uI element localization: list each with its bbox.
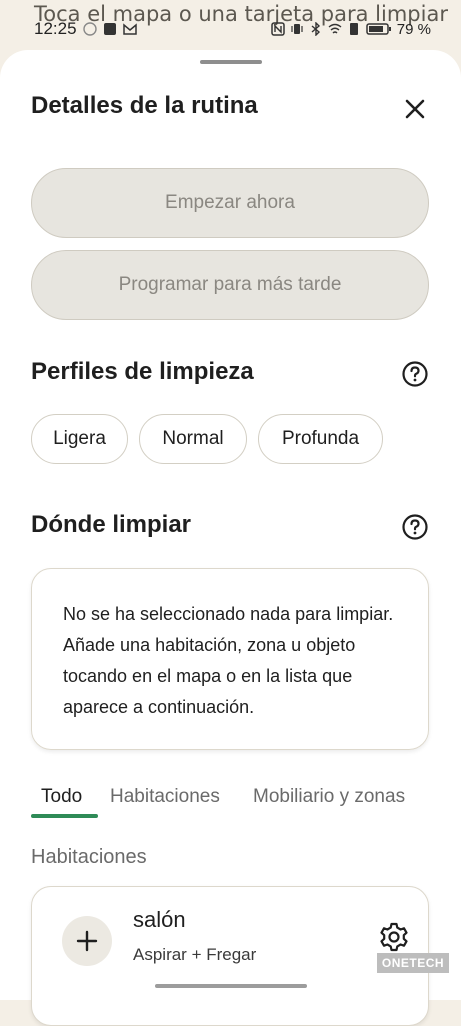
profile-chip-light[interactable]: Ligera bbox=[31, 414, 128, 464]
battery-icon bbox=[366, 23, 391, 35]
help-where-icon[interactable] bbox=[401, 513, 429, 541]
watermark-logo: ONETECH bbox=[377, 953, 449, 973]
tab-all[interactable]: Todo bbox=[41, 786, 82, 808]
room-cleaning-mode: Aspirar + Fregar bbox=[133, 945, 257, 964]
vibrate-icon bbox=[291, 24, 303, 34]
plus-icon bbox=[76, 930, 98, 952]
empty-selection-card: No se ha seleccionado nada para limpiar.… bbox=[31, 568, 429, 750]
start-now-button[interactable]: Empezar ahora bbox=[31, 168, 429, 238]
status-time: 12:25 bbox=[34, 19, 77, 38]
routine-details-sheet: Detalles de la rutina Empezar ahora Prog… bbox=[0, 50, 461, 1026]
room-card[interactable]: salón Aspirar + Fregar bbox=[31, 886, 429, 1026]
status-bar: 12:25 79 % bbox=[0, 14, 461, 44]
nfc-icon bbox=[271, 22, 285, 36]
notification-icon bbox=[82, 22, 97, 36]
app-notification-icon bbox=[103, 23, 116, 35]
active-tab-indicator bbox=[31, 814, 98, 818]
drag-handle[interactable] bbox=[200, 60, 262, 64]
gmail-icon bbox=[122, 23, 137, 35]
wifi-icon bbox=[328, 23, 342, 34]
empty-selection-message: No se ha seleccionado nada para limpiar.… bbox=[63, 604, 394, 717]
cleaning-profiles-title: Perfiles de limpieza bbox=[31, 358, 254, 385]
room-name: salón bbox=[133, 907, 186, 932]
home-indicator[interactable] bbox=[155, 984, 307, 988]
add-room-button[interactable] bbox=[62, 916, 112, 966]
close-icon[interactable] bbox=[401, 95, 429, 123]
battery-percent: 79 % bbox=[396, 20, 431, 38]
signal-icon bbox=[349, 23, 358, 35]
help-profiles-icon[interactable] bbox=[401, 360, 429, 388]
rooms-group-label: Habitaciones bbox=[31, 846, 147, 868]
profile-chip-deep[interactable]: Profunda bbox=[258, 414, 383, 464]
profile-chip-normal[interactable]: Normal bbox=[139, 414, 247, 464]
sheet-title: Detalles de la rutina bbox=[31, 92, 258, 119]
where-to-clean-title: Dónde limpiar bbox=[31, 511, 192, 538]
schedule-later-button[interactable]: Programar para más tarde bbox=[31, 250, 429, 320]
tab-furniture-zones[interactable]: Mobiliario y zonas bbox=[253, 786, 405, 808]
gear-icon[interactable] bbox=[378, 921, 410, 953]
tab-rooms[interactable]: Habitaciones bbox=[110, 786, 220, 808]
bluetooth-icon bbox=[311, 22, 320, 36]
